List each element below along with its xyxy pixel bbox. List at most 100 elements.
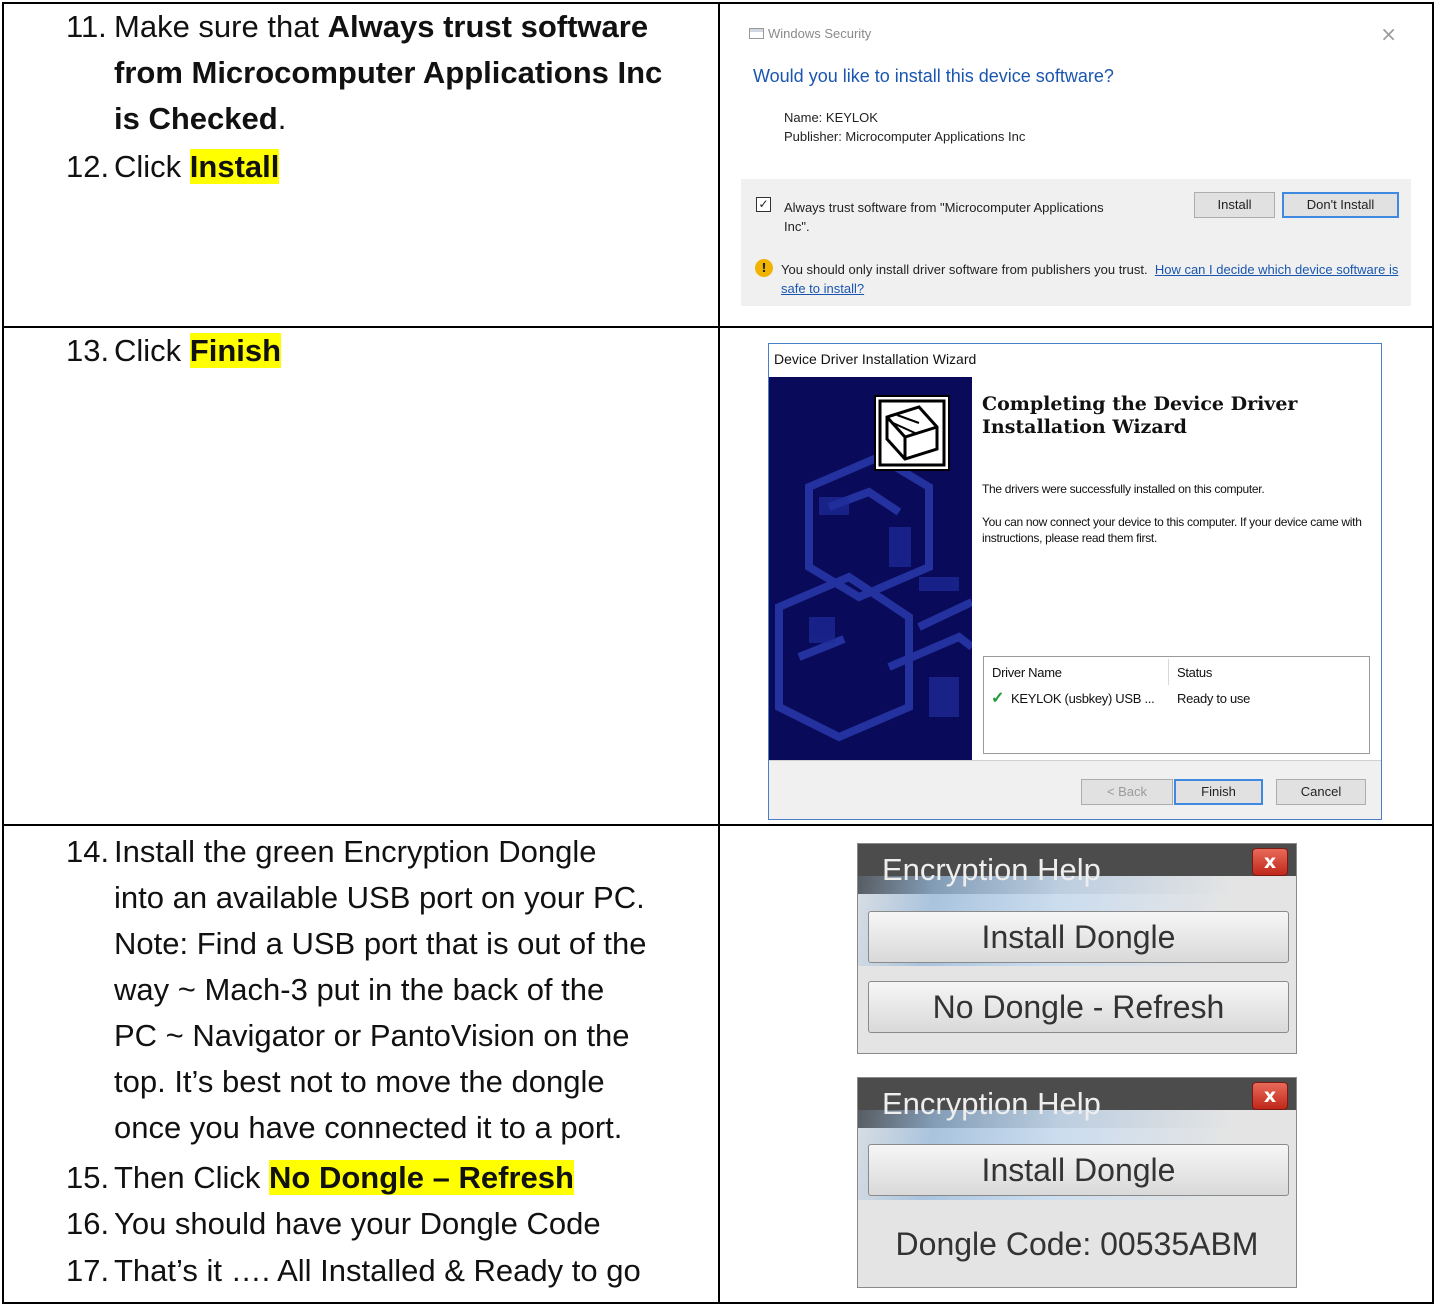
step-line: PC ~ Navigator or PantoVision on the xyxy=(114,1013,646,1059)
dialog-title-bar: Windows Security xyxy=(749,26,871,41)
table-column-divider xyxy=(718,2,720,1304)
finish-button[interactable]: Finish xyxy=(1174,779,1263,805)
plain-text: once you have connected it to a port. xyxy=(114,1110,623,1145)
plain-text: into an available USB port on your PC. xyxy=(114,880,645,915)
wizard-button-bar: < Back Finish Cancel xyxy=(769,761,1381,819)
step-line: Make sure that Always trust software xyxy=(114,4,662,50)
plain-text: Then Click xyxy=(114,1159,270,1195)
encryption-help-panel-no-dongle: Encryption Help x Install Dongle No Dong… xyxy=(857,843,1297,1054)
step-text: Install the green Encryption Dongle into … xyxy=(114,829,646,1151)
step-line: way ~ Mach-3 put in the back of the xyxy=(114,967,646,1013)
column-header-status[interactable]: Status xyxy=(1177,665,1212,680)
plain-text: . xyxy=(277,101,287,136)
plain-text: top. It’s best not to move the dongle xyxy=(114,1064,605,1099)
plain-text: You should have your Dongle Code xyxy=(114,1206,601,1241)
driver-wizard-dialog: Device Driver Installation Wizard Comple… xyxy=(768,343,1382,820)
dialog-footer: ✓ Always trust software from "Microcompu… xyxy=(741,179,1411,306)
plain-text: Click xyxy=(114,148,190,184)
plain-text: Note: Find a USB port that is out of the xyxy=(114,926,647,961)
step-line: Click Install xyxy=(114,144,280,190)
device-publisher: Publisher: Microcomputer Applications In… xyxy=(784,129,1026,144)
install-button[interactable]: Install xyxy=(1194,192,1275,218)
close-icon[interactable]: × xyxy=(1380,22,1397,46)
driver-name-cell: KEYLOK (usbkey) USB ... xyxy=(1011,691,1155,706)
step-text: Make sure that Always trust software from… xyxy=(114,4,662,142)
step-line: top. It’s best not to move the dongle xyxy=(114,1059,646,1105)
plain-text: Click xyxy=(114,333,190,368)
device-name: Name: KEYLOK xyxy=(784,110,878,125)
highlighted-action: Install xyxy=(189,148,280,184)
step-number: 12. xyxy=(66,148,110,184)
wizard-heading-line-1: Completing the Device Driver xyxy=(982,393,1298,415)
close-icon[interactable]: x xyxy=(1252,1082,1288,1110)
always-trust-checkbox[interactable]: ✓ xyxy=(756,197,771,212)
wizard-banner-art xyxy=(775,395,972,742)
install-dongle-button[interactable]: Install Dongle xyxy=(868,1144,1289,1196)
plain-text: PC ~ Navigator or PantoVision on the xyxy=(114,1018,630,1053)
install-question: Would you like to install this device so… xyxy=(753,66,1114,86)
step-text: That’s it …. All Installed & Ready to go xyxy=(114,1248,641,1294)
window-icon xyxy=(749,28,764,39)
bold-text: from Microcomputer Applications Inc xyxy=(114,55,663,90)
step-number: 13. xyxy=(66,333,110,368)
panel-title: Encryption Help xyxy=(882,852,1101,887)
step-line: Then Click No Dongle – Refresh xyxy=(114,1155,574,1201)
success-check-icon: ✓ xyxy=(991,690,1005,707)
step-line: You should have your Dongle Code xyxy=(114,1201,601,1247)
wizard-heading: Completing the Device Driver Installatio… xyxy=(982,393,1297,439)
step-text: Then Click No Dongle – Refresh xyxy=(114,1155,574,1201)
wizard-success-text: The drivers were successfully installed … xyxy=(982,482,1265,496)
close-icon[interactable]: x xyxy=(1252,848,1288,876)
no-dongle-refresh-button[interactable]: No Dongle - Refresh xyxy=(868,981,1289,1033)
dont-install-button[interactable]: Don't Install xyxy=(1282,192,1399,218)
device-info: Name: KEYLOK Publisher: Microcomputer Ap… xyxy=(784,108,1025,146)
wizard-side-banner xyxy=(769,377,972,760)
step-line: is Checked. xyxy=(114,96,662,142)
driver-status-cell: Ready to use xyxy=(1177,691,1251,706)
step-number: 11. xyxy=(66,9,107,44)
install-dongle-button[interactable]: Install Dongle xyxy=(868,911,1289,963)
step-number: 17. xyxy=(66,1252,110,1288)
cancel-button[interactable]: Cancel xyxy=(1276,779,1366,805)
driver-list: Driver Name Status ✓ KEYLOK (usbkey) USB… xyxy=(983,656,1370,754)
device-box-icon xyxy=(874,395,950,471)
step-line: once you have connected it to a port. xyxy=(114,1105,646,1151)
wizard-caption: Device Driver Installation Wizard xyxy=(774,351,977,367)
step-number: 15. xyxy=(66,1159,110,1195)
step-text: Click Finish xyxy=(114,328,282,374)
column-separator xyxy=(1168,659,1169,685)
shield-warning-icon: ! xyxy=(755,259,773,277)
dialog-title: Windows Security xyxy=(768,26,872,41)
column-header-driver-name[interactable]: Driver Name xyxy=(992,665,1062,680)
plain-text: way ~ Mach-3 put in the back of the xyxy=(114,972,605,1007)
step-line: from Microcomputer Applications Inc xyxy=(114,50,662,96)
plain-text: Make sure that xyxy=(114,9,328,44)
plain-text: That’s it …. All Installed & Ready to go xyxy=(114,1252,641,1288)
step-number: 16. xyxy=(66,1206,110,1241)
plain-text: Install the green Encryption Dongle xyxy=(114,834,597,869)
highlighted-action: No Dongle – Refresh xyxy=(269,1159,574,1195)
wizard-heading-line-2: Installation Wizard xyxy=(982,416,1187,438)
step-text: You should have your Dongle Code xyxy=(114,1201,601,1247)
step-number: 14. xyxy=(66,834,110,869)
dongle-code-text: Dongle Code: 00535ABM xyxy=(895,1226,1259,1262)
step-line: Install the green Encryption Dongle xyxy=(114,829,646,875)
table-border-left xyxy=(2,2,4,1304)
step-text: Click Install xyxy=(114,144,280,190)
bold-text: is Checked xyxy=(114,101,278,136)
warning-text-block: You should only install driver software … xyxy=(781,260,1401,298)
always-trust-label[interactable]: Always trust software from "Microcompute… xyxy=(784,198,1104,236)
back-button: < Back xyxy=(1081,779,1173,805)
highlighted-action: Finish xyxy=(189,333,282,368)
bold-text: Always trust software xyxy=(327,9,649,44)
step-line: Click Finish xyxy=(114,328,282,374)
windows-security-dialog: Windows Security × Would you like to ins… xyxy=(741,14,1411,306)
warning-text: You should only install driver software … xyxy=(781,262,1148,277)
step-line: Note: Find a USB port that is out of the xyxy=(114,921,646,967)
wizard-instructions-text: You can now connect your device to this … xyxy=(982,515,1362,545)
panel-title: Encryption Help xyxy=(882,1086,1101,1121)
step-line: That’s it …. All Installed & Ready to go xyxy=(114,1248,641,1294)
step-line: into an available USB port on your PC. xyxy=(114,875,646,921)
encryption-help-panel-dongle-code: Encryption Help x Install Dongle Dongle … xyxy=(857,1077,1297,1288)
table-border-right xyxy=(1432,2,1434,1304)
